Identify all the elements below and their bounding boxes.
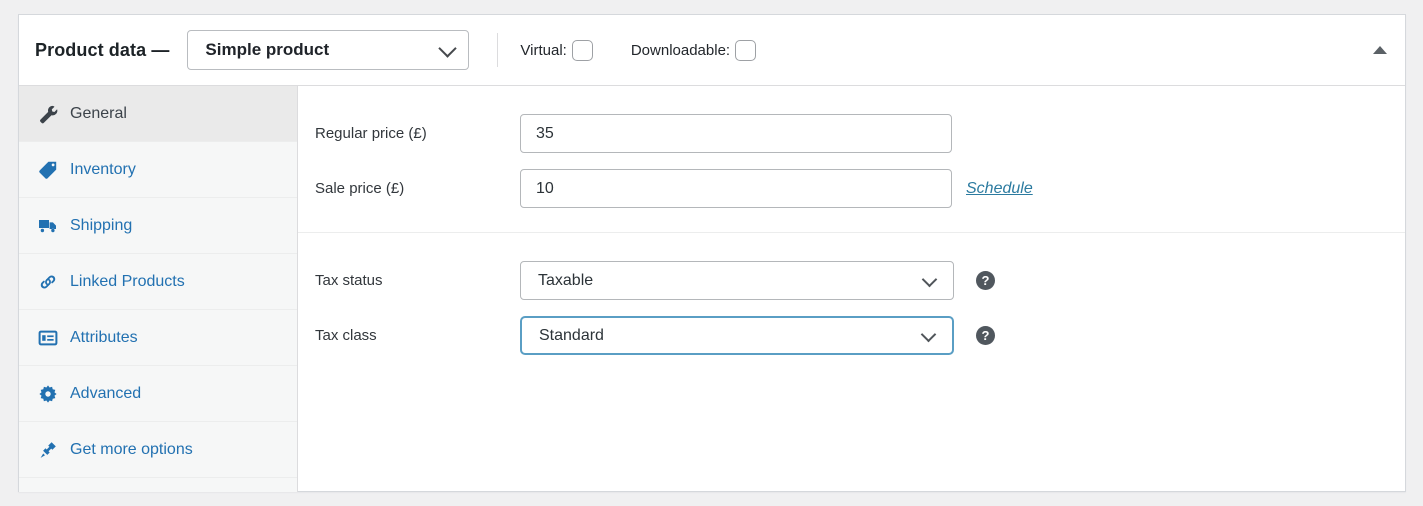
chevron-down-icon <box>920 326 937 342</box>
sidebar-item-label: General <box>70 104 127 122</box>
virtual-checkbox[interactable] <box>571 39 593 61</box>
panel-header: Product data — Simple product Virtual: D… <box>19 15 1405 86</box>
regular-price-value: 35 <box>536 124 554 142</box>
product-data-tabs: General Inventory Shipping Linked Produc… <box>19 86 298 492</box>
sale-price-row: Sale price (£) 10 Schedule <box>298 161 1405 216</box>
tax-status-label: Tax status <box>315 272 383 289</box>
regular-price-label: Regular price (£) <box>315 125 427 142</box>
virtual-checkbox-group[interactable]: Virtual: <box>520 39 593 61</box>
tax-class-select[interactable]: Standard <box>520 316 954 355</box>
wrench-icon <box>40 105 58 123</box>
truck-icon <box>39 219 56 232</box>
general-tab-content: Regular price (£) 35 Sale price (£) 10 S… <box>298 86 1405 492</box>
regular-price-input[interactable]: 35 <box>520 114 952 153</box>
tax-field-group: Tax status Taxable ? Tax class Standard … <box>298 232 1405 379</box>
downloadable-checkbox-group[interactable]: Downloadable: <box>630 39 757 61</box>
help-icon[interactable]: ? <box>976 326 995 345</box>
sale-price-input[interactable]: 10 <box>520 169 952 208</box>
product-data-panel: Product data — Simple product Virtual: D… <box>18 14 1406 492</box>
link-icon <box>40 274 56 289</box>
plug-icon <box>40 441 56 458</box>
sidebar-item-general[interactable]: General <box>19 86 297 142</box>
tax-status-select[interactable]: Taxable <box>520 261 954 300</box>
list-details-icon <box>38 330 58 345</box>
tag-icon <box>39 161 57 179</box>
sidebar-item-linked-products[interactable]: Linked Products <box>19 254 297 310</box>
tax-class-value: Standard <box>539 326 604 344</box>
gear-icon <box>39 384 57 403</box>
chevron-down-icon <box>921 271 938 287</box>
tax-status-row: Tax status Taxable ? <box>298 253 1405 308</box>
tax-status-value: Taxable <box>538 271 594 289</box>
help-icon[interactable]: ? <box>976 271 995 290</box>
regular-price-row: Regular price (£) 35 <box>298 106 1405 161</box>
downloadable-label: Downloadable: <box>630 41 731 59</box>
product-type-value: Simple product <box>205 40 330 59</box>
sale-price-label: Sale price (£) <box>315 180 405 197</box>
pricing-field-group: Regular price (£) 35 Sale price (£) 10 S… <box>298 106 1405 232</box>
tax-class-label: Tax class <box>315 327 377 344</box>
product-type-select[interactable]: Simple product <box>187 30 470 70</box>
sidebar-item-shipping[interactable]: Shipping <box>19 198 297 254</box>
panel-body: General Inventory Shipping Linked Produc… <box>19 86 1405 492</box>
tax-class-row: Tax class Standard ? <box>298 308 1405 363</box>
page-title: Product data — <box>35 39 170 60</box>
sidebar-item-label: Attributes <box>70 328 138 346</box>
sidebar-item-get-more-options[interactable]: Get more options <box>19 422 297 478</box>
chevron-down-icon <box>438 39 458 58</box>
sidebar-item-inventory[interactable]: Inventory <box>19 142 297 198</box>
sale-price-value: 10 <box>536 179 554 197</box>
sidebar-item-attributes[interactable]: Attributes <box>19 310 297 366</box>
sidebar-item-label: Linked Products <box>70 272 185 290</box>
sidebar-item-label: Advanced <box>70 384 142 402</box>
sidebar-item-label: Inventory <box>70 160 136 178</box>
sidebar-item-label: Get more options <box>70 440 193 458</box>
virtual-label: Virtual: <box>520 41 567 59</box>
schedule-link[interactable]: Schedule <box>966 180 1033 198</box>
sidebar-item-label: Shipping <box>70 216 133 234</box>
sidebar-item-advanced[interactable]: Advanced <box>19 366 297 422</box>
header-divider <box>497 33 499 67</box>
downloadable-checkbox[interactable] <box>735 39 757 61</box>
triangle-up-icon[interactable] <box>1373 46 1387 54</box>
